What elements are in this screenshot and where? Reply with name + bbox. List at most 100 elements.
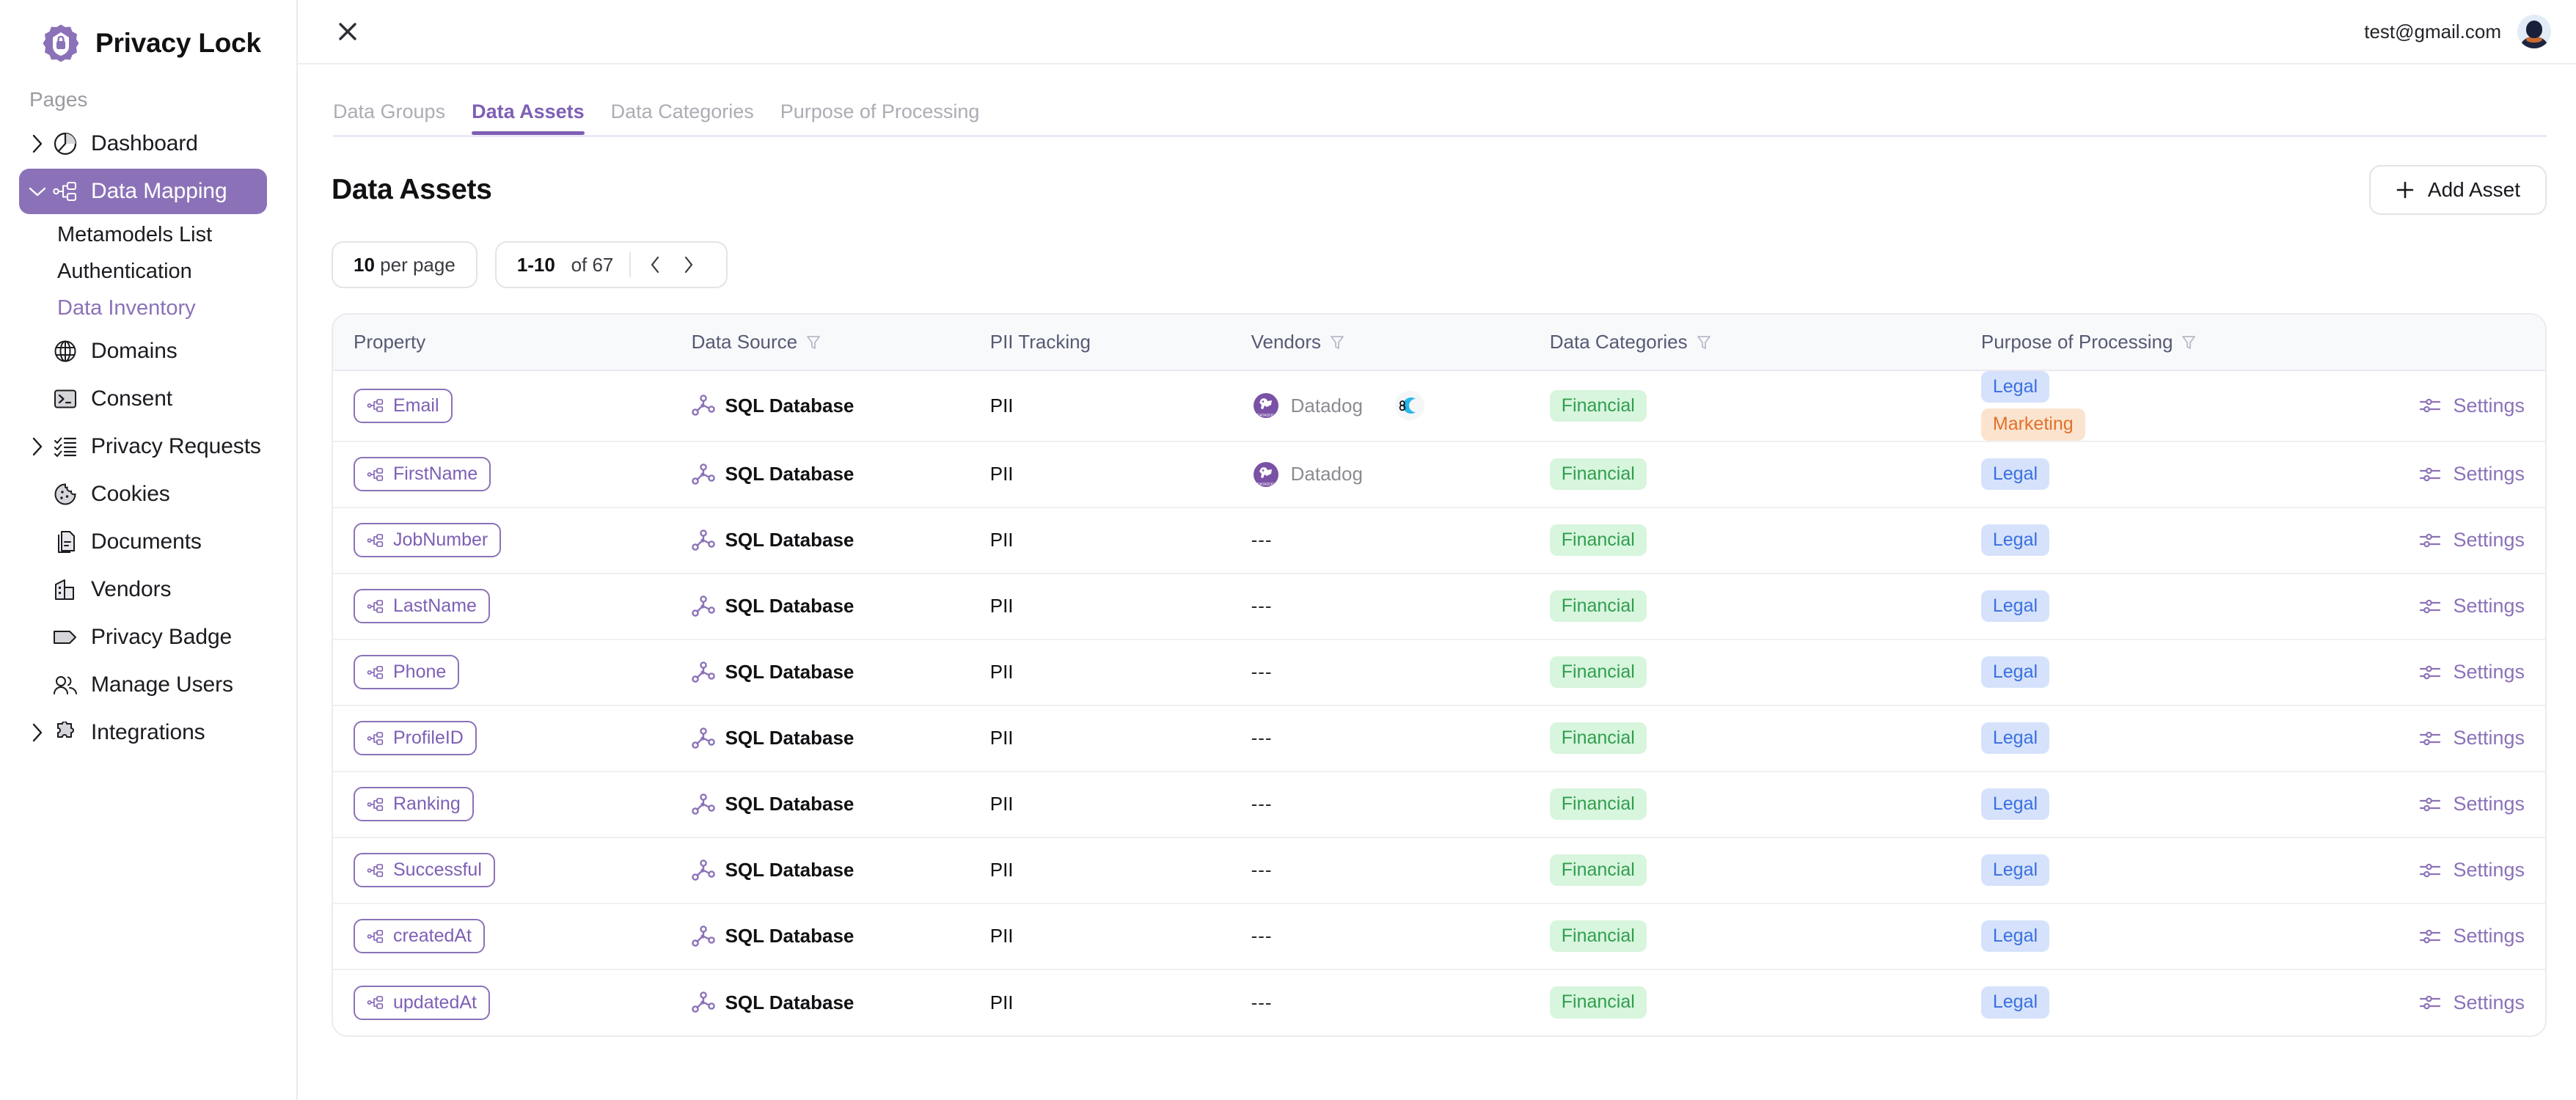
vendor-logo-icon — [1394, 391, 1424, 421]
filter-icon[interactable] — [1697, 334, 1711, 351]
table-row[interactable]: createdAt SQL Database PII --- Financial… — [333, 902, 2546, 969]
purpose-tag: Legal — [1980, 986, 2050, 1019]
column-label: Purpose of Processing — [1980, 331, 2173, 353]
sidebar-item-vendors[interactable]: Vendors — [19, 567, 267, 612]
table-row[interactable]: ProfileID SQL Database PII --- Financial… — [333, 704, 2546, 771]
data-source-icon — [691, 859, 715, 881]
sidebar-item-label: Cookies — [91, 482, 170, 506]
property-chip[interactable]: JobNumber — [354, 523, 502, 557]
column-label: Data Source — [691, 331, 798, 353]
data-source-name: SQL Database — [725, 463, 855, 485]
chevron-down-icon[interactable] — [25, 185, 50, 198]
cell-data-source: SQL Database — [691, 506, 990, 573]
settings-button[interactable]: Settings — [2346, 529, 2546, 551]
property-chip[interactable]: Ranking — [354, 787, 474, 821]
sidebar-item-integrations[interactable]: Integrations — [19, 710, 267, 755]
sidebar-item-dashboard[interactable]: Dashboard — [19, 121, 267, 166]
sidebar-subitem-metamodels-list[interactable]: Metamodels List — [0, 216, 296, 253]
close-icon[interactable] — [332, 15, 364, 48]
settings-button[interactable]: Settings — [2346, 727, 2546, 749]
property-chip[interactable]: Phone — [354, 655, 460, 689]
settings-button[interactable]: Settings — [2346, 661, 2546, 683]
pagination-prev-button[interactable] — [638, 248, 672, 282]
globe-icon — [50, 340, 81, 363]
category-tag: Financial — [1549, 590, 1647, 623]
property-chip[interactable]: createdAt — [354, 919, 486, 953]
property-chip[interactable]: Successful — [354, 853, 495, 887]
cell-data-categories: Financial — [1549, 638, 1981, 705]
table-row[interactable]: LastName SQL Database PII --- Financial … — [333, 572, 2546, 639]
category-tag: Financial — [1549, 524, 1647, 557]
pie-chart-icon — [50, 131, 81, 156]
data-source-name: SQL Database — [725, 727, 855, 749]
filter-icon[interactable] — [1330, 334, 1344, 351]
brand-title: Privacy Lock — [95, 28, 261, 58]
category-tag: Financial — [1549, 722, 1647, 755]
sidebar-item-privacy-badge[interactable]: Privacy Badge — [19, 615, 267, 660]
cell-pii-tracking: PII — [989, 506, 1251, 573]
pii-value: PII — [989, 859, 1014, 881]
settings-button[interactable]: Settings — [2346, 925, 2546, 947]
cell-data-source: SQL Database — [691, 638, 990, 705]
sidebar-item-consent[interactable]: Consent — [19, 376, 267, 422]
chevron-right-icon[interactable] — [25, 722, 50, 743]
table-row[interactable]: Successful SQL Database PII --- Financia… — [333, 836, 2546, 903]
cell-purpose-of-processing: Legal — [1980, 440, 2346, 507]
tab-data-categories[interactable]: Data Categories — [598, 100, 767, 135]
filter-icon[interactable] — [2181, 334, 2196, 351]
settings-button[interactable]: Settings — [2346, 463, 2546, 485]
table-row[interactable]: FirstName SQL Database PII DATADOG Datado… — [333, 440, 2546, 507]
per-page-selector[interactable]: 10 per page — [332, 241, 477, 288]
settings-button[interactable]: Settings — [2346, 859, 2546, 881]
sidebar-subitem-data-inventory[interactable]: Data Inventory — [0, 290, 296, 326]
settings-button[interactable]: Settings — [2346, 991, 2546, 1014]
sidebar-item-privacy-requests[interactable]: Privacy Requests — [19, 424, 267, 469]
cell-actions: Settings — [2346, 836, 2546, 903]
cell-actions: Settings — [2346, 638, 2546, 705]
cell-data-source: SQL Database — [691, 836, 990, 903]
puzzle-icon — [50, 722, 81, 744]
checklist-icon — [50, 436, 81, 458]
table-row[interactable]: Email SQL Database PII DATADOG Datadog Fi… — [333, 370, 2545, 441]
chevron-right-icon[interactable] — [25, 436, 50, 457]
property-chip[interactable]: Email — [354, 388, 453, 423]
avatar[interactable] — [2517, 15, 2551, 48]
cell-vendors: --- — [1251, 902, 1550, 969]
table-row[interactable]: Ranking SQL Database PII --- Financial L… — [333, 770, 2546, 837]
sitemap-icon — [367, 398, 384, 413]
page-header: Data Assets Add Asset — [332, 137, 2547, 215]
cell-actions: Settings — [2346, 572, 2546, 639]
table-row[interactable]: updatedAt SQL Database PII --- Financial… — [333, 968, 2546, 1035]
cell-data-source: SQL Database — [691, 370, 990, 441]
property-chip[interactable]: LastName — [354, 589, 490, 623]
sidebar-item-data-mapping[interactable]: Data Mapping — [19, 169, 267, 214]
settings-button[interactable]: Settings — [2346, 395, 2546, 417]
app-root: Privacy Lock Pages Dashboard Data Mappin… — [0, 0, 2576, 1100]
settings-button[interactable]: Settings — [2346, 793, 2546, 815]
pagination-next-button[interactable] — [672, 248, 706, 282]
add-asset-button[interactable]: Add Asset — [2368, 165, 2547, 215]
tab-purpose-of-processing[interactable]: Purpose of Processing — [767, 100, 993, 135]
table-row[interactable]: Phone SQL Database PII --- Financial Leg… — [333, 638, 2546, 705]
cell-purpose-of-processing: Legal — [1980, 968, 2346, 1035]
data-source-icon — [691, 395, 715, 417]
sidebar-item-manage-users[interactable]: Manage Users — [19, 662, 267, 708]
chevron-right-icon[interactable] — [25, 133, 50, 154]
sidebar-item-documents[interactable]: Documents — [19, 519, 267, 565]
sidebar-item-label: Documents — [91, 529, 202, 554]
sidebar-subitem-authentication[interactable]: Authentication — [0, 253, 296, 290]
table-row[interactable]: JobNumber SQL Database PII --- Financial… — [333, 506, 2546, 573]
sidebar-item-cookies[interactable]: Cookies — [19, 472, 267, 517]
cell-purpose-of-processing: Legal — [1980, 638, 2346, 705]
tab-data-groups[interactable]: Data Groups — [333, 100, 458, 135]
filter-icon[interactable] — [806, 334, 821, 351]
category-tag: Financial — [1549, 920, 1647, 953]
property-chip[interactable]: updatedAt — [354, 985, 490, 1020]
settings-button[interactable]: Settings — [2346, 595, 2546, 617]
table-header-row: Property Data Source PII Tracking Vendor… — [333, 315, 2545, 370]
cell-vendors: DATADOG Datadog — [1251, 370, 1550, 441]
sidebar-item-domains[interactable]: Domains — [19, 329, 267, 374]
property-chip[interactable]: FirstName — [354, 457, 491, 491]
property-chip[interactable]: ProfileID — [354, 721, 477, 755]
tab-data-assets[interactable]: Data Assets — [458, 100, 598, 135]
